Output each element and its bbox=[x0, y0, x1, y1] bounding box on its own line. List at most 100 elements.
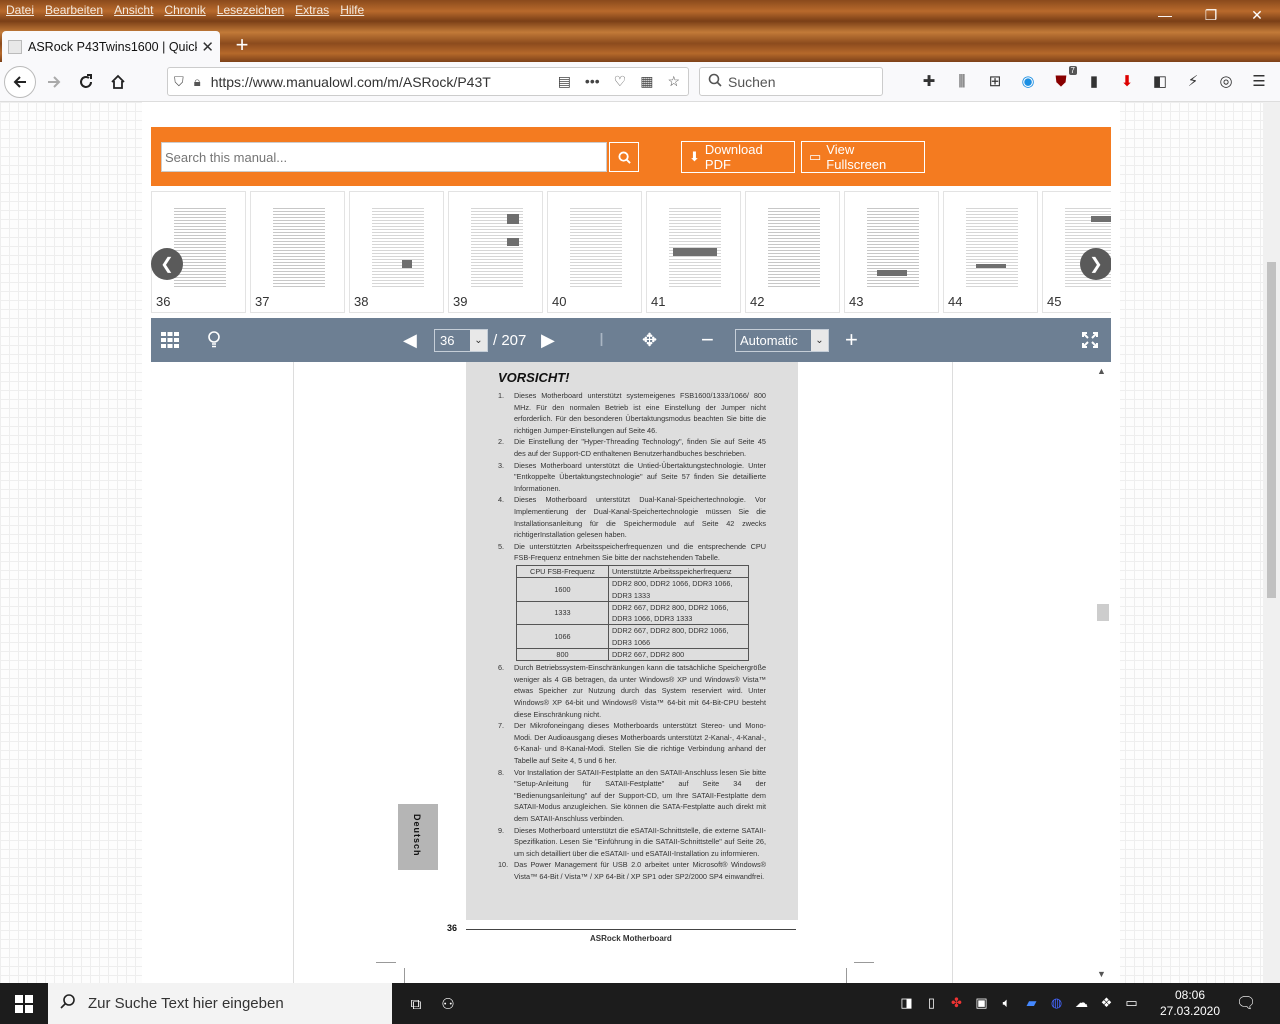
lightning-icon[interactable]: ⚡︎ bbox=[1182, 70, 1204, 92]
download-pdf-button[interactable]: ⬇ Download PDF bbox=[681, 141, 795, 173]
thumbnail-image bbox=[372, 208, 424, 288]
pocket-icon[interactable]: ♡ bbox=[614, 73, 627, 90]
reader-view-icon[interactable]: ▤ bbox=[558, 73, 571, 90]
zoom-out-icon[interactable]: − bbox=[701, 327, 714, 352]
menu-extras[interactable]: Extras bbox=[295, 3, 329, 17]
keyboard-language-icon[interactable]: ◍ bbox=[1048, 993, 1065, 1013]
cloud-icon[interactable]: ☁︎ bbox=[1073, 993, 1090, 1013]
url-bar[interactable]: ⛉ 🔒︎ https://www.manualowl.com/m/ASRock/… bbox=[167, 67, 689, 96]
previous-page-icon[interactable]: ◀ bbox=[403, 328, 417, 352]
dropbox-icon[interactable]: ❖ bbox=[1098, 993, 1115, 1013]
thumbnail-page[interactable]: 39 bbox=[448, 191, 543, 313]
thumbnail-prev-button[interactable]: ❮ bbox=[151, 248, 183, 280]
search-icon bbox=[60, 993, 76, 1014]
menu-hilfe[interactable]: Hilfe bbox=[340, 3, 364, 17]
network-icon[interactable]: ▣ bbox=[973, 993, 990, 1013]
scroll-down-icon[interactable]: ▼ bbox=[1097, 969, 1106, 979]
page-actions-icon[interactable]: ••• bbox=[585, 73, 600, 90]
scroll-up-icon[interactable]: ▲ bbox=[1097, 366, 1106, 376]
hamburger-menu-icon[interactable]: ☰ bbox=[1248, 70, 1270, 92]
menu-datei[interactable]: Datei bbox=[6, 3, 34, 17]
page-number-select[interactable]: 36 ⌄ bbox=[434, 329, 488, 352]
minimize-button[interactable]: — bbox=[1142, 0, 1188, 30]
document-scrollbar-thumb[interactable] bbox=[1097, 604, 1109, 621]
action-center-icon[interactable]: 🗨︎ bbox=[1236, 993, 1256, 1013]
current-page-value: 36 bbox=[440, 333, 455, 348]
lightbulb-icon[interactable] bbox=[207, 328, 221, 352]
menu-bearbeiten[interactable]: Bearbeiten bbox=[45, 3, 103, 17]
thumbnail-image bbox=[966, 208, 1018, 288]
new-tab-button[interactable]: + bbox=[229, 32, 255, 58]
extension-gray-icon[interactable]: ▮ bbox=[1083, 70, 1105, 92]
grid-view-icon[interactable] bbox=[161, 328, 179, 352]
start-button[interactable] bbox=[0, 983, 48, 1024]
thumbnail-image bbox=[570, 208, 622, 288]
close-window-button[interactable]: ✕ bbox=[1234, 0, 1280, 30]
usb-drive-icon[interactable]: ▯ bbox=[923, 993, 940, 1013]
volume-icon[interactable]: 🔈︎ bbox=[998, 993, 1015, 1013]
document-scrollbar[interactable]: ▲ ▼ bbox=[1094, 362, 1111, 983]
restore-button[interactable]: ❐ bbox=[1188, 0, 1234, 30]
thumbnail-next-button[interactable]: ❯ bbox=[1080, 248, 1111, 280]
table-cell: DDR2 667, DDR2 800, DDR2 1066, DDR3 1066 bbox=[608, 624, 749, 649]
view-fullscreen-button[interactable]: ▭ View Fullscreen bbox=[801, 141, 925, 173]
manual-search-input[interactable] bbox=[161, 142, 607, 172]
container-tab-icon[interactable]: ⊞ bbox=[984, 70, 1006, 92]
expand-fullscreen-icon[interactable] bbox=[1082, 328, 1098, 352]
people-icon[interactable]: ⚇ bbox=[436, 992, 460, 1016]
ublock-icon[interactable]: ⛊ 7 bbox=[1050, 66, 1077, 92]
footer-divider bbox=[466, 929, 796, 930]
menu-lesezeichen[interactable]: Lesezeichen bbox=[217, 3, 284, 17]
sync-icon[interactable]: ◉ bbox=[1017, 70, 1039, 92]
back-button[interactable] bbox=[4, 66, 36, 98]
manual-search-button[interactable] bbox=[609, 142, 639, 172]
thumbnail-page[interactable]: 43 bbox=[844, 191, 939, 313]
forward-button[interactable] bbox=[38, 66, 70, 98]
next-page-icon[interactable]: ▶ bbox=[541, 328, 555, 352]
url-text[interactable]: https://www.manualowl.com/m/ASRock/P43T bbox=[211, 74, 558, 90]
reload-button[interactable] bbox=[70, 66, 102, 98]
bluetooth-icon[interactable]: ▰ bbox=[1023, 993, 1040, 1013]
home-button[interactable] bbox=[102, 66, 134, 98]
menu-chronik[interactable]: Chronik bbox=[164, 3, 205, 17]
clock-time: 08:06 bbox=[1174, 988, 1206, 1002]
thumbnail-image bbox=[768, 208, 820, 288]
bookmark-star-icon[interactable]: ☆ bbox=[667, 73, 680, 90]
taskbar-search[interactable]: Zur Suche Text hier eingeben bbox=[48, 983, 392, 1024]
zoom-in-icon[interactable]: + bbox=[845, 327, 858, 352]
library-icon[interactable]: ⫼ bbox=[951, 70, 973, 92]
account-icon[interactable]: ◎ bbox=[1215, 70, 1237, 92]
thumbnail-page[interactable]: 38 bbox=[349, 191, 444, 313]
system-clock[interactable]: 08:06 27.03.2020 bbox=[1157, 987, 1223, 1019]
thumbnail-number: 43 bbox=[849, 294, 864, 309]
lock-icon[interactable]: 🔒︎ bbox=[194, 74, 201, 90]
shield-icon[interactable]: ⛉ bbox=[174, 74, 184, 90]
text-select-icon[interactable]: I bbox=[599, 328, 604, 352]
page-scrollbar-thumb[interactable] bbox=[1267, 262, 1276, 598]
search-icon bbox=[617, 150, 631, 164]
thumbnail-page[interactable]: 40 bbox=[547, 191, 642, 313]
thumbnail-page[interactable]: 44 bbox=[943, 191, 1038, 313]
download-arrow-icon[interactable]: ⬇ bbox=[1116, 70, 1138, 92]
office-icon[interactable]: ◨ bbox=[898, 993, 915, 1013]
tab-close-icon[interactable]: ✕ bbox=[201, 38, 214, 56]
thumbnail-page[interactable]: 41 bbox=[646, 191, 741, 313]
task-view-icon[interactable]: ⧉ bbox=[404, 992, 428, 1016]
sidebar-icon[interactable]: ◧ bbox=[1149, 70, 1171, 92]
pdf-document-area[interactable]: VORSICHT! 1. Dieses Motherboard unterstüt… bbox=[151, 362, 1111, 983]
zoom-select[interactable]: Automatic ⌄ bbox=[735, 329, 829, 352]
puzzle-icon[interactable]: ✚ bbox=[918, 70, 940, 92]
browser-tab[interactable]: ASRock P43Twins1600 | Quick I ✕ bbox=[2, 31, 220, 62]
list-item: 1. Dieses Motherboard unterstützt systeme… bbox=[498, 391, 766, 435]
notifications-tray-icon[interactable]: ▭ bbox=[1123, 993, 1140, 1013]
security-icon[interactable]: ✤ bbox=[948, 993, 965, 1013]
move-icon[interactable]: ✥ bbox=[642, 328, 657, 352]
menu-ansicht[interactable]: Ansicht bbox=[114, 3, 153, 17]
list-item: 6. Durch Betriebssystem-Einschränkungen k… bbox=[498, 663, 766, 719]
thumbnail-page[interactable]: 42 bbox=[745, 191, 840, 313]
browser-search-bar[interactable]: Suchen bbox=[699, 67, 883, 96]
thumbnail-page[interactable]: 37 bbox=[250, 191, 345, 313]
pdf-footer-text: ASRock Motherboard bbox=[590, 934, 672, 943]
flag-icon[interactable]: ▦ bbox=[640, 73, 653, 90]
page-scrollbar[interactable] bbox=[1263, 102, 1280, 983]
